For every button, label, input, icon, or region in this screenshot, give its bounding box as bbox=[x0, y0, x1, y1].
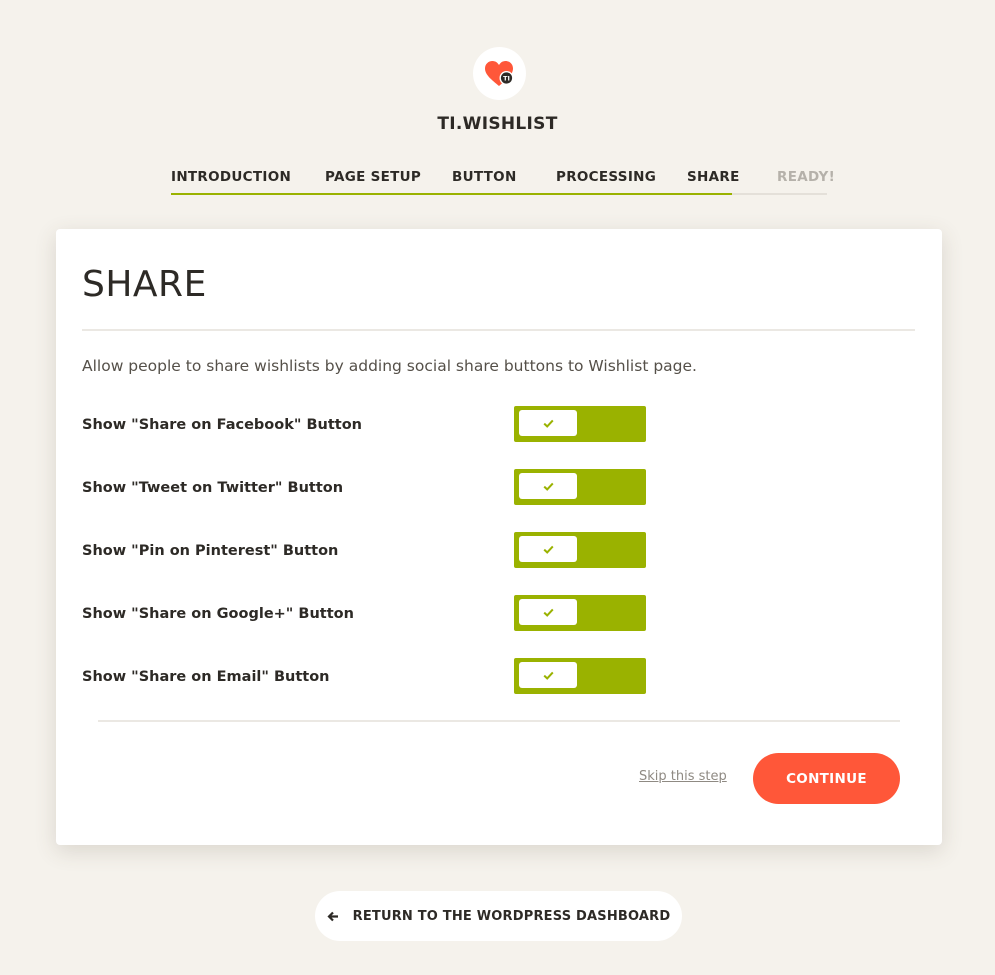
check-icon bbox=[543, 482, 554, 491]
step-share[interactable]: SHARE bbox=[687, 168, 739, 195]
option-label-facebook: Show "Share on Facebook" Button bbox=[82, 417, 362, 433]
share-description: Allow people to share wishlists by addin… bbox=[82, 357, 697, 375]
toggle-knob bbox=[519, 599, 577, 625]
check-icon bbox=[543, 608, 554, 617]
logo-badge-text: TI bbox=[503, 74, 510, 82]
toggle-knob bbox=[519, 410, 577, 436]
step-button[interactable]: BUTTON bbox=[452, 168, 556, 195]
actions-divider bbox=[98, 720, 900, 722]
check-icon bbox=[543, 419, 554, 428]
brand-logo: TI bbox=[473, 47, 526, 100]
option-label-google-plus: Show "Share on Google+" Button bbox=[82, 606, 354, 622]
arrow-left-icon bbox=[327, 911, 339, 922]
check-icon bbox=[543, 545, 554, 554]
toggle-email[interactable] bbox=[514, 658, 646, 694]
continue-button[interactable]: CONTINUE bbox=[753, 753, 900, 804]
toggle-twitter[interactable] bbox=[514, 469, 646, 505]
toggle-knob bbox=[519, 536, 577, 562]
wizard-steps: INTRODUCTION PAGE SETUP BUTTON PROCESSIN… bbox=[171, 168, 835, 195]
return-dashboard-label: RETURN TO THE WORDPRESS DASHBOARD bbox=[352, 908, 671, 924]
option-label-email: Show "Share on Email" Button bbox=[82, 669, 330, 685]
option-label-pinterest: Show "Pin on Pinterest" Button bbox=[82, 543, 339, 559]
toggle-facebook[interactable] bbox=[514, 406, 646, 442]
toggle-pinterest[interactable] bbox=[514, 532, 646, 568]
step-page-setup[interactable]: PAGE SETUP bbox=[325, 168, 452, 195]
step-introduction[interactable]: INTRODUCTION bbox=[171, 168, 325, 195]
heart-ti-logo-icon: TI bbox=[484, 60, 513, 86]
option-label-twitter: Show "Tweet on Twitter" Button bbox=[82, 480, 344, 496]
step-ready[interactable]: READY! bbox=[732, 168, 835, 195]
step-processing[interactable]: PROCESSING bbox=[556, 168, 687, 195]
skip-step-link[interactable]: Skip this step bbox=[639, 769, 727, 784]
title-divider bbox=[82, 329, 915, 331]
toggle-google-plus[interactable] bbox=[514, 595, 646, 631]
page-title: SHARE bbox=[82, 264, 207, 305]
toggle-knob bbox=[519, 662, 577, 688]
toggle-knob bbox=[519, 473, 577, 499]
return-dashboard-button[interactable]: RETURN TO THE WORDPRESS DASHBOARD bbox=[315, 891, 682, 941]
check-icon bbox=[543, 671, 554, 680]
brand-name: TI.WISHLIST bbox=[437, 114, 558, 134]
share-settings-card: SHARE Allow people to share wishlists by… bbox=[56, 229, 942, 845]
